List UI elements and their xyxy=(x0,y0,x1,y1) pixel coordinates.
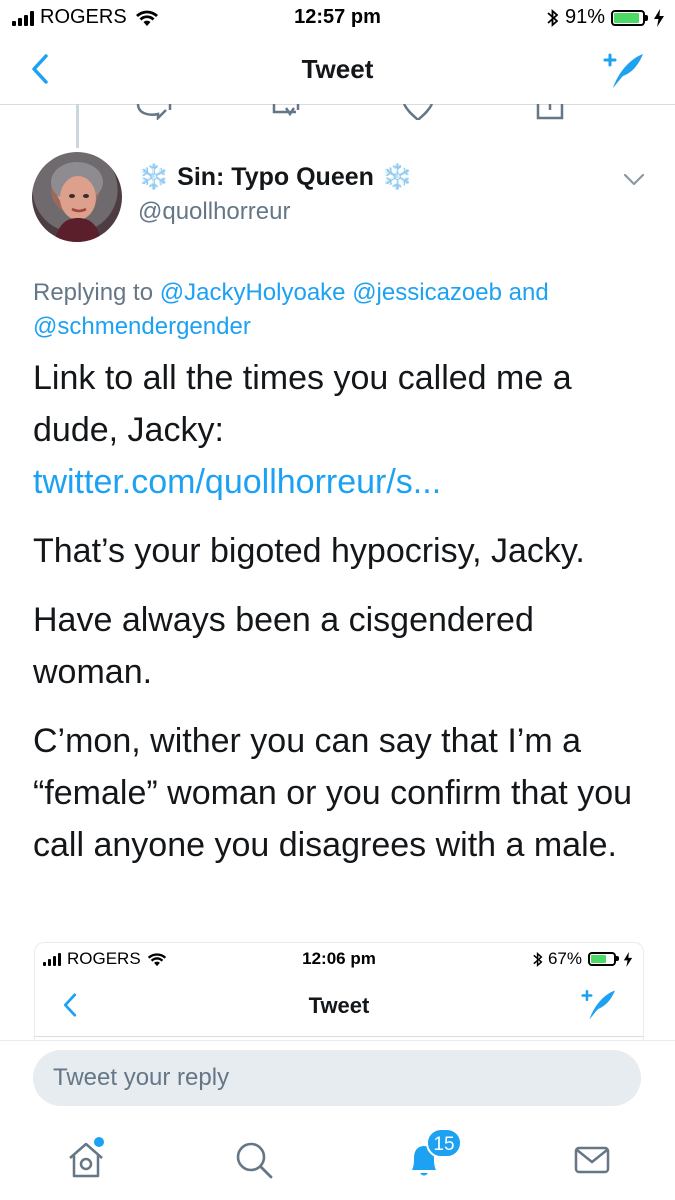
charging-icon xyxy=(654,8,664,27)
replying-to: Replying to @JackyHolyoake @jessicazoeb … xyxy=(33,276,653,344)
embed-battery-percent: 67% xyxy=(547,949,582,968)
notification-badge: 15 xyxy=(426,1128,462,1158)
snowflake-emoji-right: ❄️ xyxy=(381,163,414,191)
avatar-photo xyxy=(51,162,103,242)
battery-percent: 91% xyxy=(564,6,605,28)
search-icon[interactable] xyxy=(230,1136,278,1184)
tweet-body: Link to all the times you called me a du… xyxy=(33,352,643,888)
share-icon[interactable] xyxy=(536,104,564,120)
mention-link[interactable]: @jessicazoeb xyxy=(352,279,502,306)
like-icon[interactable] xyxy=(402,104,434,120)
chevron-down-icon[interactable] xyxy=(622,172,646,188)
embed-divider xyxy=(35,1036,643,1037)
home-icon[interactable] xyxy=(62,1136,110,1184)
battery-icon xyxy=(611,9,648,26)
author-name: Sin: Typo Queen xyxy=(177,163,374,191)
mention-link[interactable]: @JackyHolyoake xyxy=(160,279,346,306)
author-handle[interactable]: @quollhorreur xyxy=(138,198,290,226)
author-display-name[interactable]: ❄️ Sin: Typo Queen ❄️ xyxy=(138,163,413,192)
mention-link[interactable]: @schmendergender xyxy=(33,313,251,340)
snowflake-emoji-left: ❄️ xyxy=(138,163,170,191)
bluetooth-icon xyxy=(547,8,559,27)
compose-tweet-icon[interactable] xyxy=(601,50,645,90)
tweet-paragraph: That’s your bigoted hypocrisy, Jacky. xyxy=(33,532,585,570)
parent-tweet-actions xyxy=(0,104,675,120)
tweet-paragraph: C’mon, wither you can say that I’m a “fe… xyxy=(33,722,633,864)
battery-icon xyxy=(588,952,619,966)
retweet-icon[interactable] xyxy=(272,104,300,117)
embedded-screenshot[interactable]: ROGERS 12:06 pm 67% Tweet xyxy=(34,942,644,1041)
tweet-paragraph: Have always been a cisgendered woman. xyxy=(33,601,534,691)
reply-icon[interactable] xyxy=(136,104,172,120)
charging-icon xyxy=(623,951,633,967)
status-bar: ROGERS 12:57 pm 91% xyxy=(0,0,675,34)
tweet-text: Link to all the times you called me a du… xyxy=(33,359,572,449)
thread-line xyxy=(76,104,79,148)
reply-input[interactable] xyxy=(33,1050,641,1106)
page-title: Tweet xyxy=(301,54,374,84)
replying-prefix: Replying to xyxy=(33,279,154,306)
messages-icon[interactable] xyxy=(568,1136,616,1184)
avatar[interactable] xyxy=(32,152,122,242)
tweet-link[interactable]: twitter.com/quollhorreur/s... xyxy=(33,463,441,501)
bluetooth-icon xyxy=(533,951,543,967)
compose-tweet-icon xyxy=(581,989,615,1020)
nav-bar: Tweet xyxy=(0,34,675,105)
mentions-joiner[interactable]: and xyxy=(509,279,549,306)
embed-status-right: 67% xyxy=(533,949,633,969)
tweet-paragraph: Link to all the times you called me a du… xyxy=(33,352,643,508)
embed-title: Tweet xyxy=(308,993,370,1018)
status-right: 91% xyxy=(547,6,665,29)
